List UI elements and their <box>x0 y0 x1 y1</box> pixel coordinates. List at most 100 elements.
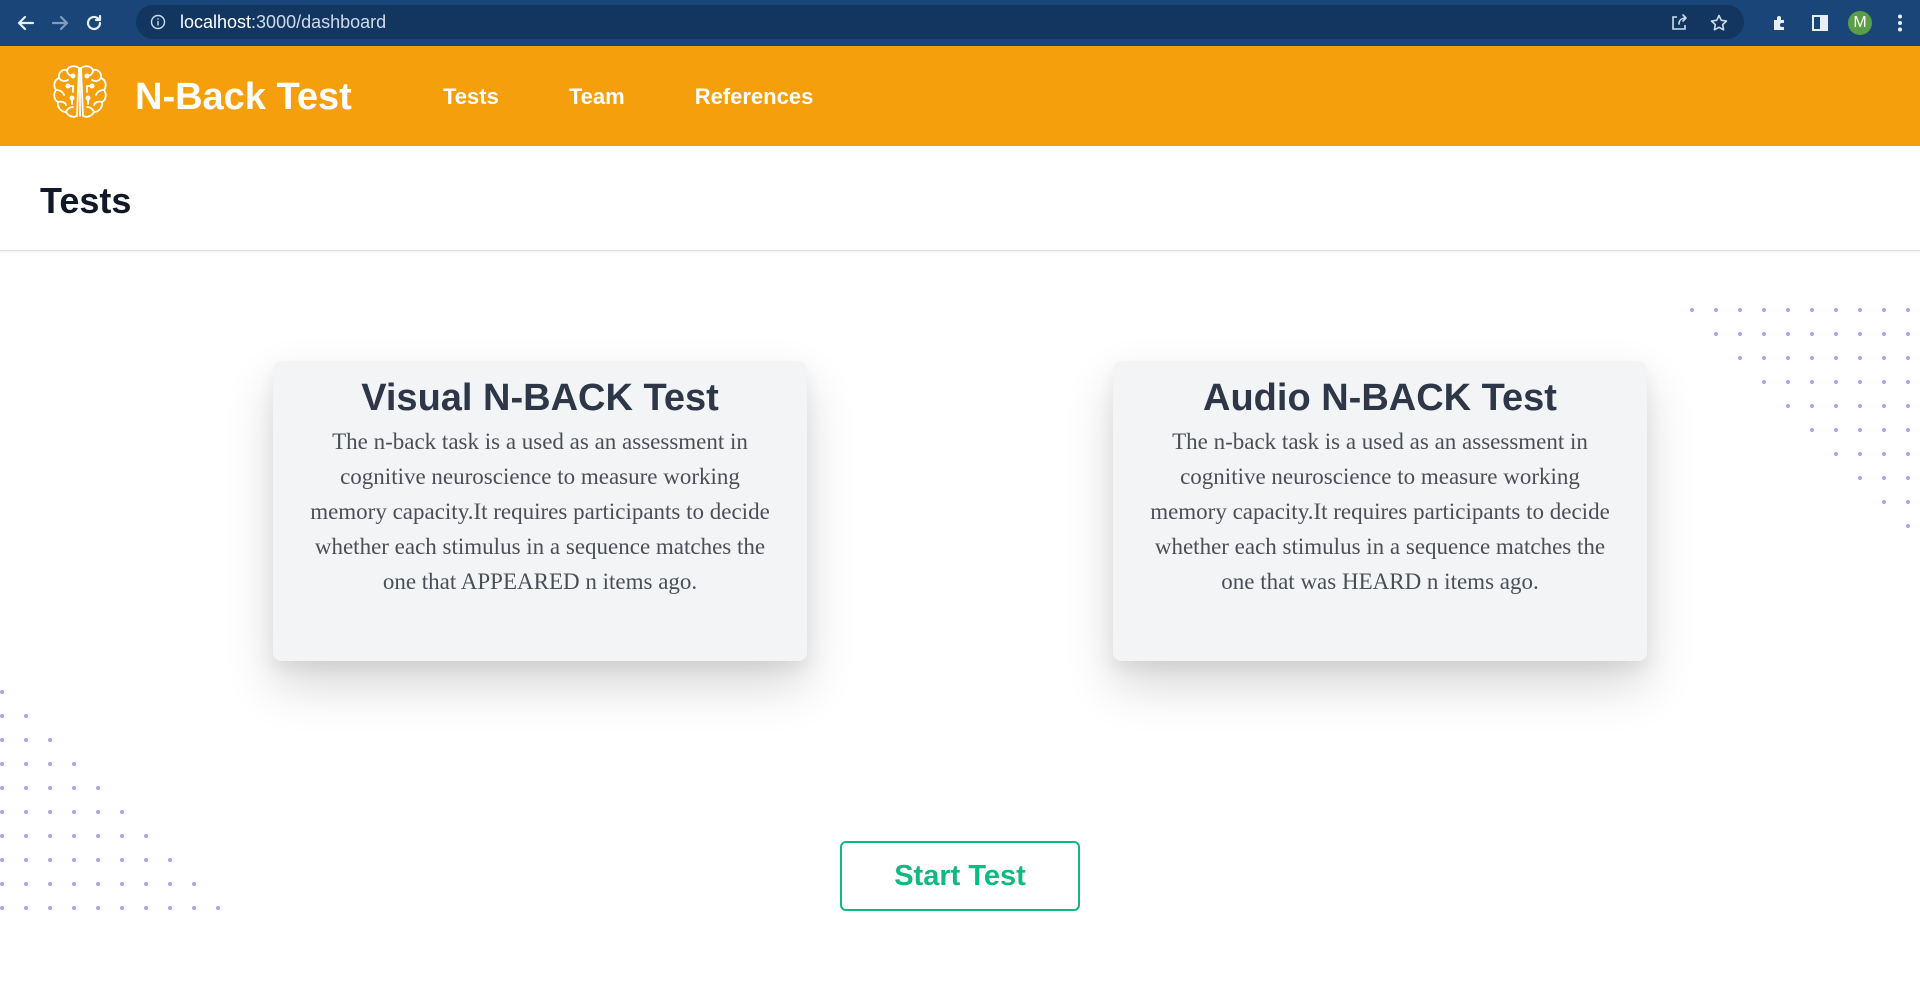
decorative-dot <box>72 786 76 790</box>
decorative-dot <box>1882 380 1886 384</box>
decorative-dot <box>168 858 172 862</box>
decorative-dot <box>24 786 28 790</box>
nav-item-tests[interactable]: Tests <box>443 84 499 110</box>
decorative-dot <box>168 882 172 886</box>
decorative-dot <box>1786 308 1790 312</box>
decorative-dot <box>1906 476 1910 480</box>
decorative-dot <box>1810 380 1814 384</box>
decorative-dot <box>144 858 148 862</box>
decorative-dot <box>1906 428 1910 432</box>
decorative-dot <box>1810 428 1814 432</box>
decorative-dot <box>120 906 124 910</box>
decorative-dot <box>96 786 100 790</box>
decorative-dot <box>96 810 100 814</box>
side-panel-icon[interactable] <box>1800 6 1840 40</box>
decorative-dot <box>1786 332 1790 336</box>
decorative-dot <box>24 762 28 766</box>
decorative-dot <box>24 834 28 838</box>
decorative-dot <box>1858 380 1862 384</box>
nav-item-team[interactable]: Team <box>569 84 625 110</box>
decorative-dot <box>1834 452 1838 456</box>
decorative-dot <box>72 810 76 814</box>
decorative-dot <box>1882 476 1886 480</box>
share-icon[interactable] <box>1668 12 1690 34</box>
decorative-dot <box>24 810 28 814</box>
forward-arrow-icon[interactable] <box>43 6 77 40</box>
decorative-dot <box>48 786 52 790</box>
audio-test-card[interactable]: Audio N-BACK Test The n-back task is a u… <box>1113 361 1647 661</box>
decorative-dot <box>1810 332 1814 336</box>
decorative-dot <box>1882 404 1886 408</box>
brain-icon[interactable] <box>48 62 112 126</box>
decorative-dot <box>72 834 76 838</box>
decorative-dot <box>96 858 100 862</box>
decorative-dot <box>1858 356 1862 360</box>
decorative-dot <box>1834 332 1838 336</box>
decorative-dot <box>0 858 4 862</box>
decorative-dot <box>96 906 100 910</box>
extensions-icon[interactable] <box>1760 6 1800 40</box>
decorative-dot <box>0 786 4 790</box>
page-title-bar: Tests <box>0 146 1920 251</box>
decorative-dot <box>1834 356 1838 360</box>
decorative-dot <box>216 906 220 910</box>
card-title: Audio N-BACK Test <box>1203 377 1557 419</box>
decorative-dot <box>120 834 124 838</box>
url-text: localhost:3000/dashboard <box>180 12 386 33</box>
decorative-dot <box>1834 428 1838 432</box>
bookmark-star-icon[interactable] <box>1708 12 1730 34</box>
decorative-dot <box>0 810 4 814</box>
decorative-dot <box>0 690 4 694</box>
main-nav: Tests Team References <box>443 84 813 110</box>
decorative-dot <box>1882 332 1886 336</box>
decorative-dot <box>96 882 100 886</box>
decorative-dot <box>1834 380 1838 384</box>
decorative-dot <box>1762 332 1766 336</box>
card-title: Visual N-BACK Test <box>361 377 719 419</box>
card-description: The n-back task is a used as an assessme… <box>1150 429 1610 594</box>
address-bar[interactable]: localhost:3000/dashboard <box>136 5 1744 39</box>
decorative-dot <box>120 858 124 862</box>
decorative-dot <box>1762 308 1766 312</box>
decorative-dot <box>1786 356 1790 360</box>
decorative-dot <box>1714 308 1718 312</box>
decorative-dot <box>144 834 148 838</box>
decorative-dot <box>1858 332 1862 336</box>
decorative-dot <box>24 882 28 886</box>
decorative-dot <box>1786 380 1790 384</box>
decorative-dot <box>1738 356 1742 360</box>
reload-icon[interactable] <box>77 6 111 40</box>
app-header: N-Back Test Tests Team References <box>0 46 1920 146</box>
decorative-dot <box>120 810 124 814</box>
site-info-icon[interactable] <box>150 14 166 30</box>
decorative-dot <box>120 882 124 886</box>
decorative-dot <box>72 882 76 886</box>
visual-test-card[interactable]: Visual N-BACK Test The n-back task is a … <box>273 361 807 661</box>
decorative-dot <box>1738 332 1742 336</box>
decorative-dot <box>0 882 4 886</box>
decorative-dot <box>1882 356 1886 360</box>
decorative-dot <box>1882 500 1886 504</box>
decorative-dot <box>1858 308 1862 312</box>
decorative-dot <box>48 906 52 910</box>
decorative-dot <box>72 762 76 766</box>
menu-dots-icon[interactable] <box>1880 6 1920 40</box>
back-arrow-icon[interactable] <box>9 6 43 40</box>
card-description: The n-back task is a used as an assessme… <box>310 429 770 594</box>
start-test-button[interactable]: Start Test <box>840 841 1080 911</box>
decorative-dot <box>144 882 148 886</box>
decorative-dot <box>1786 404 1790 408</box>
dot-pattern-right <box>1690 308 1920 538</box>
decorative-dot <box>1906 308 1910 312</box>
decorative-dot <box>1906 332 1910 336</box>
decorative-dot <box>48 858 52 862</box>
decorative-dot <box>192 882 196 886</box>
brand-title[interactable]: N-Back Test <box>135 76 352 119</box>
decorative-dot <box>1762 380 1766 384</box>
profile-avatar-button[interactable]: M <box>1840 6 1880 40</box>
avatar: M <box>1846 9 1874 37</box>
decorative-dot <box>1810 356 1814 360</box>
nav-item-references[interactable]: References <box>695 84 814 110</box>
decorative-dot <box>1762 356 1766 360</box>
decorative-dot <box>1810 404 1814 408</box>
